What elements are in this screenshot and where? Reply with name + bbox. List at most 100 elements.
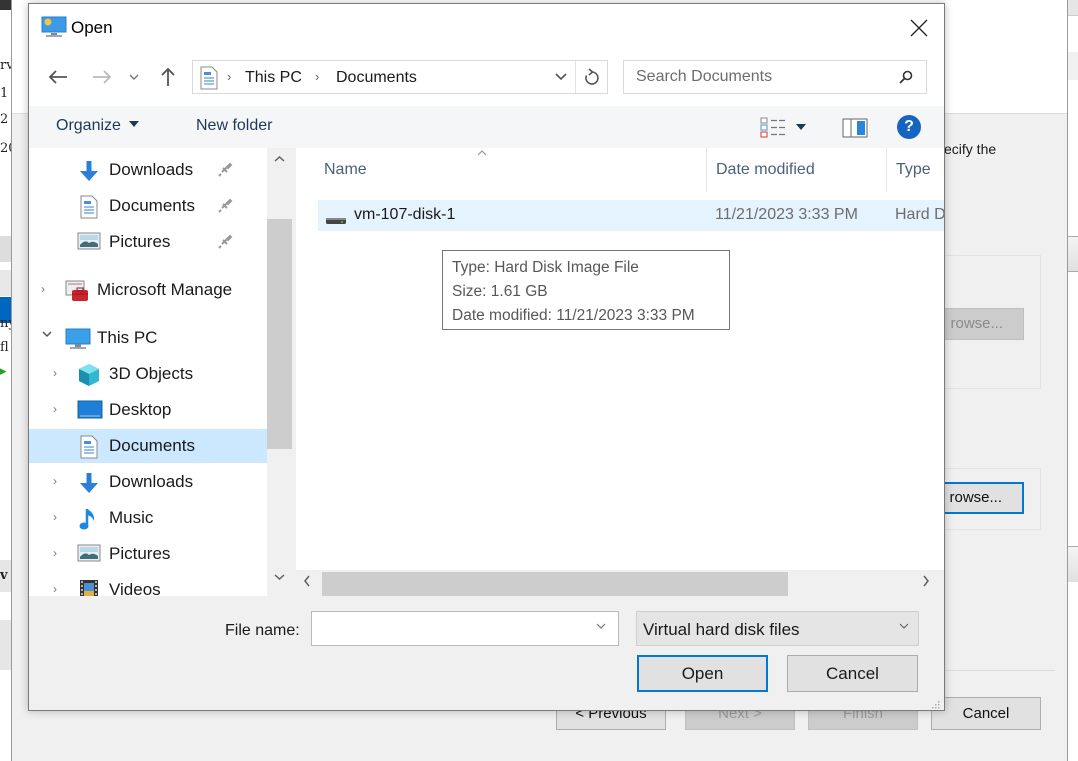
background-text: fl (0, 340, 9, 355)
toolbox-icon (65, 279, 89, 301)
document-icon (199, 66, 219, 95)
scrollbar-thumb[interactable] (322, 572, 788, 596)
film-icon (79, 579, 103, 596)
nav-item-microsoft-management[interactable]: › Microsoft Manage (29, 273, 267, 307)
background-band (1068, 546, 1078, 582)
search-box[interactable] (623, 60, 927, 94)
nav-item-label: This PC (97, 328, 158, 347)
file-name-input[interactable] (312, 612, 592, 645)
chevron-right-icon[interactable]: › (53, 474, 65, 488)
file-row[interactable]: vm-107-disk-1 11/21/2023 3:33 PM Hard Di… (318, 200, 944, 231)
nav-pane-scrollbar[interactable] (267, 148, 292, 596)
pin-icon[interactable] (217, 162, 233, 183)
chevron-right-icon[interactable]: › (53, 510, 65, 524)
scroll-left-icon[interactable] (303, 575, 311, 590)
command-bar: Organize New folder ? (29, 106, 944, 148)
desktop-icon (77, 399, 103, 421)
nav-item-quick-downloads[interactable]: Downloads (29, 153, 267, 187)
details-view-icon[interactable] (759, 116, 819, 138)
nav-item-quick-pictures[interactable]: Pictures (29, 225, 267, 259)
arrow-up-icon[interactable] (155, 64, 181, 90)
chevron-down-icon[interactable] (596, 621, 606, 633)
nav-item-label: Pictures (109, 232, 171, 251)
scroll-up-icon[interactable] (274, 154, 285, 166)
background-right-window (1067, 0, 1078, 761)
address-bar[interactable]: › This PC › Documents (192, 60, 608, 94)
pictures-icon (77, 231, 101, 253)
background-band (1068, 236, 1078, 272)
nav-item-quick-documents[interactable]: Documents (29, 189, 267, 223)
navigation-pane: Downloads Documents Pictures › Microsoft… (29, 148, 267, 596)
nav-item-label: Desktop (109, 400, 172, 419)
download-arrow-icon (77, 471, 101, 493)
open-file-dialog: Open › This PC › Documents Search Docume… (28, 3, 945, 711)
arrow-left-icon[interactable] (45, 64, 71, 90)
search-icon[interactable] (898, 69, 914, 90)
file-type-select[interactable]: Virtual hard disk files (636, 611, 919, 646)
background-left-window: rv 1 2 20 ny fl ▸ v (0, 0, 11, 761)
pin-icon[interactable] (217, 198, 233, 219)
dialog-titlebar: Open (29, 4, 944, 50)
breadcrumb-documents[interactable]: Documents (336, 69, 417, 87)
file-type: Hard Disk (895, 206, 944, 223)
preview-pane-icon[interactable] (842, 118, 868, 143)
hard-disk-icon (326, 212, 346, 230)
chevron-down-icon[interactable] (125, 64, 143, 90)
document-icon (79, 435, 103, 459)
address-history-chevron-icon[interactable] (551, 67, 571, 87)
organize-button[interactable]: Organize (56, 117, 139, 135)
chevron-right-icon[interactable]: › (53, 582, 65, 596)
column-header-date-modified[interactable]: Date modified (706, 148, 886, 192)
breadcrumb-separator-icon[interactable]: › (315, 69, 319, 84)
open-button[interactable]: Open (637, 655, 768, 692)
pin-icon[interactable] (217, 234, 233, 255)
column-header-name[interactable]: Name (296, 148, 706, 192)
caret-down-icon (128, 121, 139, 127)
help-icon[interactable]: ? (897, 115, 921, 139)
pictures-icon (77, 543, 101, 565)
background-tab (1068, 0, 1078, 16)
nav-item-music[interactable]: › Music (29, 501, 267, 535)
background-band (0, 620, 11, 670)
background-text: rv (0, 58, 11, 73)
breadcrumb-this-pc[interactable]: This PC (245, 69, 302, 87)
nav-item-videos[interactable]: › Videos (29, 573, 267, 596)
refresh-icon[interactable] (575, 61, 607, 93)
background-text: 20 (0, 141, 11, 156)
chevron-right-icon[interactable]: › (41, 282, 53, 296)
nav-item-pictures[interactable]: › Pictures (29, 537, 267, 571)
scroll-down-icon[interactable] (274, 572, 285, 584)
chevron-right-icon[interactable]: › (53, 546, 65, 560)
nav-item-desktop[interactable]: › Desktop (29, 393, 267, 427)
dialog-title: Open (71, 18, 113, 37)
column-header-type[interactable]: Type (886, 148, 944, 192)
background-text: ny (0, 316, 11, 331)
nav-item-documents[interactable]: Documents (29, 429, 267, 463)
new-folder-button[interactable]: New folder (196, 117, 272, 135)
scrollbar-thumb[interactable] (267, 219, 292, 449)
nav-item-label: 3D Objects (109, 364, 194, 383)
file-name-combobox[interactable] (311, 611, 619, 646)
background-arrow-icon: ▸ (0, 364, 7, 379)
wizard-instruction-text: ecify the (944, 141, 997, 157)
wizard-cancel-button[interactable]: Cancel (931, 697, 1041, 730)
chevron-down-icon[interactable] (899, 621, 909, 633)
nav-item-3d-objects[interactable]: › 3D Objects (29, 357, 267, 391)
nav-item-label: Downloads (109, 472, 194, 491)
nav-item-downloads[interactable]: › Downloads (29, 465, 267, 499)
cancel-button[interactable]: Cancel (787, 655, 918, 692)
nav-item-label: Videos (109, 580, 161, 596)
resize-grip-icon[interactable] (930, 698, 940, 709)
chevron-right-icon[interactable]: › (53, 366, 65, 380)
nav-item-label: Music (109, 508, 154, 527)
tooltip-date: Date modified: 11/21/2023 3:33 PM (452, 307, 695, 324)
file-list-horizontal-scrollbar[interactable] (296, 570, 944, 596)
scroll-right-icon[interactable] (922, 575, 930, 590)
chevron-right-icon[interactable]: › (53, 402, 65, 416)
arrow-right-icon (89, 64, 115, 90)
close-icon[interactable] (897, 10, 941, 46)
nav-item-this-pc[interactable]: This PC (29, 321, 267, 355)
cube-icon (77, 363, 101, 386)
search-input[interactable] (624, 61, 894, 93)
chevron-down-icon[interactable] (41, 328, 53, 342)
